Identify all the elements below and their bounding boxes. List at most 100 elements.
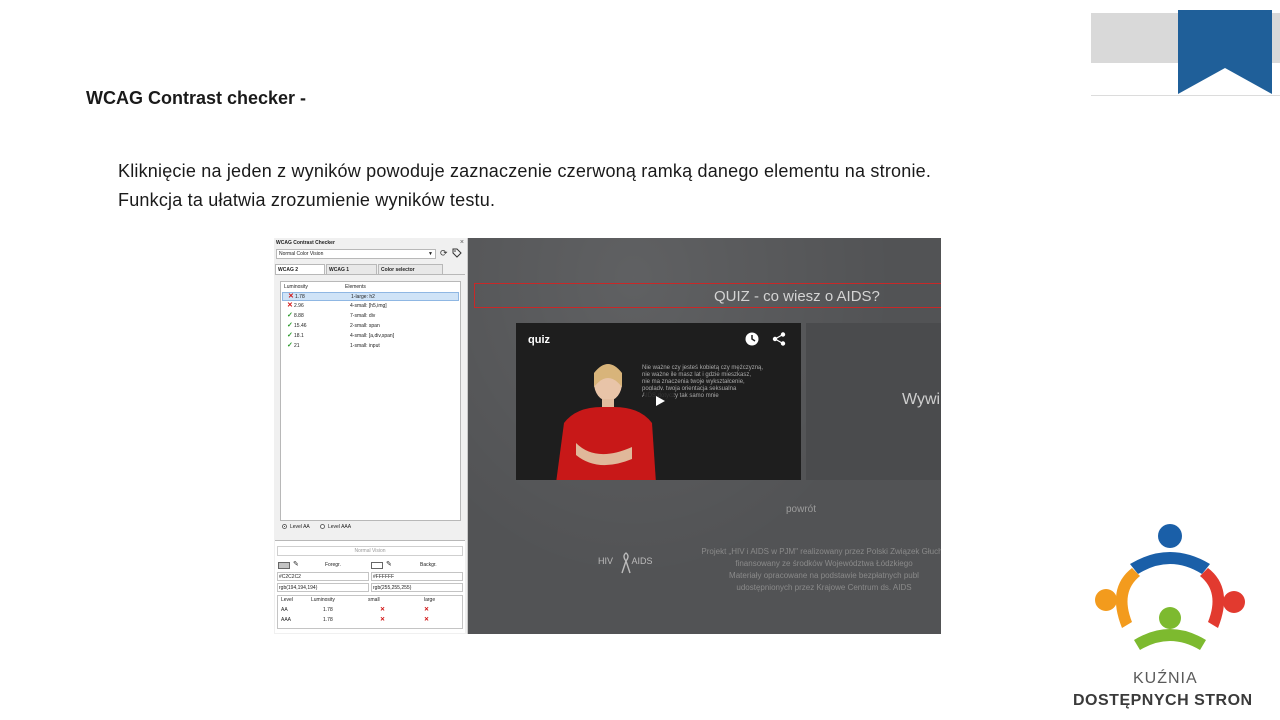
result-row[interactable]: ✓ 21 1-small: input: [282, 342, 459, 351]
refresh-icon[interactable]: ⟳: [440, 248, 448, 259]
video-player[interactable]: quiz Nie ważne czy jesteś kobietą czy mę…: [516, 323, 801, 480]
checker-title: WCAG Contrast Checker: [276, 240, 335, 246]
fail-icon: ✕: [424, 607, 430, 613]
foreground-rgb-field[interactable]: rgb(194,194,194): [277, 583, 369, 592]
caption-line: Nie ważne czy jesteś kobietą czy mężczyz…: [642, 365, 764, 371]
vision-label: Normal Vision: [277, 546, 463, 556]
tag-icon[interactable]: [452, 248, 462, 258]
fail-icon: ✕: [288, 293, 294, 300]
vision-select[interactable]: Normal Color Vision ▼: [276, 249, 436, 259]
slide-body-line: Funkcja ta ułatwia zrozumienie wyników t…: [118, 190, 496, 210]
pass-icon: ✓: [287, 322, 293, 329]
table-cell: AA: [281, 607, 288, 613]
row-luminosity: 18.1: [294, 333, 304, 339]
result-row[interactable]: ✓ 8.88 7-small: div: [282, 312, 459, 321]
row-luminosity: 1.78: [295, 294, 305, 300]
back-link[interactable]: powrót: [786, 504, 816, 515]
play-icon[interactable]: [644, 390, 674, 412]
eyedropper-icon[interactable]: ✎: [386, 560, 392, 568]
logo-text-line2: DOSTĘPNYCH STRON: [1073, 692, 1253, 709]
row-luminosity: 21: [294, 343, 300, 349]
caption-line: nie ważne ile masz lat i gdzie mieszkasz…: [642, 372, 752, 378]
foreground-swatch[interactable]: [278, 562, 290, 569]
tab-color-selector[interactable]: Color selector: [378, 264, 443, 274]
row-element: 4-small: [h5,img]: [350, 303, 387, 309]
slide-body-line: Kliknięcie na jeden z wyników powoduje z…: [118, 161, 932, 181]
row-luminosity: 2.96: [294, 303, 304, 309]
footer-line: Materiały opracowane na podstawie bezpła…: [729, 571, 919, 580]
background-hex-field[interactable]: #FFFFFF: [371, 572, 463, 581]
radio-level-aa[interactable]: [282, 524, 287, 529]
row-element: 2-small: span: [350, 323, 380, 329]
table-header: Level: [281, 597, 293, 603]
column-elements: Elements: [345, 284, 366, 290]
fail-icon: ✕: [380, 617, 386, 623]
panel-text: Wywi: [902, 391, 941, 408]
table-header: large: [424, 597, 436, 603]
bookmark-ribbon-icon: [1178, 10, 1272, 94]
row-element: 1-large: h2: [351, 294, 375, 300]
row-element: 1-small: input: [350, 343, 380, 349]
fail-icon: ✕: [424, 617, 430, 623]
close-icon[interactable]: ×: [460, 239, 464, 246]
footer-line: udostępnionych przez Krajowe Centrum ds.…: [736, 583, 912, 592]
share-icon[interactable]: [772, 332, 786, 346]
pass-icon: ✓: [287, 332, 293, 339]
row-luminosity: 15.46: [294, 323, 307, 329]
table-header: small: [368, 597, 380, 603]
video-title: quiz: [528, 334, 550, 346]
fail-icon: ✕: [287, 302, 293, 309]
list-header: Luminosity Elements: [281, 283, 460, 291]
chevron-down-icon: ▼: [428, 251, 433, 257]
color-details: Normal Vision ✎ Foregr. ✎ Backgr. #C2C2C…: [275, 540, 465, 633]
row-element: 4-small: [a,div,span]: [350, 333, 395, 339]
decor-divider: [1091, 95, 1280, 96]
column-luminosity: Luminosity: [284, 284, 308, 290]
fail-icon: ✕: [380, 607, 386, 613]
result-row[interactable]: ✓ 15.46 2-small: span: [282, 322, 459, 331]
clock-icon[interactable]: [745, 332, 759, 346]
pass-icon: ✓: [287, 312, 293, 319]
table-cell: AAA: [281, 617, 292, 623]
ribbon-icon: [621, 552, 631, 574]
row-luminosity: 8.88: [294, 313, 304, 319]
contrast-checker-panel: WCAG Contrast Checker × Normal Color Vis…: [274, 238, 468, 634]
footer-line: Projekt „HIV i AIDS w PJM" realizowany p…: [701, 547, 941, 556]
radio-label: Level AAA: [328, 524, 352, 530]
vision-select-value: Normal Color Vision: [279, 251, 324, 257]
presenter-image: [556, 364, 656, 480]
radio-level-aaa[interactable]: [320, 524, 325, 529]
tab-wcag1[interactable]: WCAG 1: [326, 264, 377, 274]
result-row[interactable]: ✕ 1.78 1-large: h2: [282, 292, 459, 301]
screenshot: WCAG Contrast Checker × Normal Color Vis…: [274, 238, 941, 634]
radio-label: Level AA: [290, 524, 310, 530]
results-list: Luminosity Elements ✕ 1.78 1-large: h2 ✕…: [280, 281, 461, 521]
footer-text: Projekt „HIV i AIDS w PJM" realizowany p…: [664, 546, 941, 594]
next-slide-panel: Wywi: [806, 323, 941, 480]
web-page-preview: QUIZ - co wiesz o AIDS? quiz Nie ważne c…: [468, 238, 941, 634]
tab-wcag2[interactable]: WCAG 2: [275, 264, 325, 274]
checker-tabs: WCAG 2 WCAG 1 Color selector: [275, 264, 465, 275]
table-cell: 1.78: [323, 607, 333, 613]
result-row[interactable]: ✕ 2.96 4-small: [h5,img]: [282, 302, 459, 311]
table-cell: 1.78: [323, 617, 333, 623]
logo-text-line1: KUŹNIA: [1133, 670, 1198, 687]
quiz-heading: QUIZ - co wiesz o AIDS?: [714, 288, 880, 305]
caption-line: nie ma znaczenia twoje wykształcenie,: [642, 379, 745, 385]
background-label: Backgr.: [420, 562, 437, 568]
eyedropper-icon[interactable]: ✎: [293, 560, 299, 568]
result-row[interactable]: ✓ 18.1 4-small: [a,div,span]: [282, 332, 459, 341]
foreground-label: Foregr.: [325, 562, 341, 568]
logo-text: AIDS: [631, 556, 653, 566]
table-header: Luminosity: [311, 597, 335, 603]
results-table: Level Luminosity small large AA 1.78 ✕ ✕…: [277, 595, 463, 629]
pass-icon: ✓: [287, 342, 293, 349]
logo-text: HIV: [598, 556, 614, 566]
kuznia-logo-icon: [1095, 524, 1245, 650]
row-element: 7-small: div: [350, 313, 376, 319]
slide-title: WCAG Contrast checker -: [86, 88, 307, 108]
background-swatch[interactable]: [371, 562, 383, 569]
foreground-hex-field[interactable]: #C2C2C2: [277, 572, 369, 581]
slide-body: Kliknięcie na jeden z wyników powoduje z…: [118, 157, 931, 215]
background-rgb-field[interactable]: rgb(255,255,255): [371, 583, 463, 592]
